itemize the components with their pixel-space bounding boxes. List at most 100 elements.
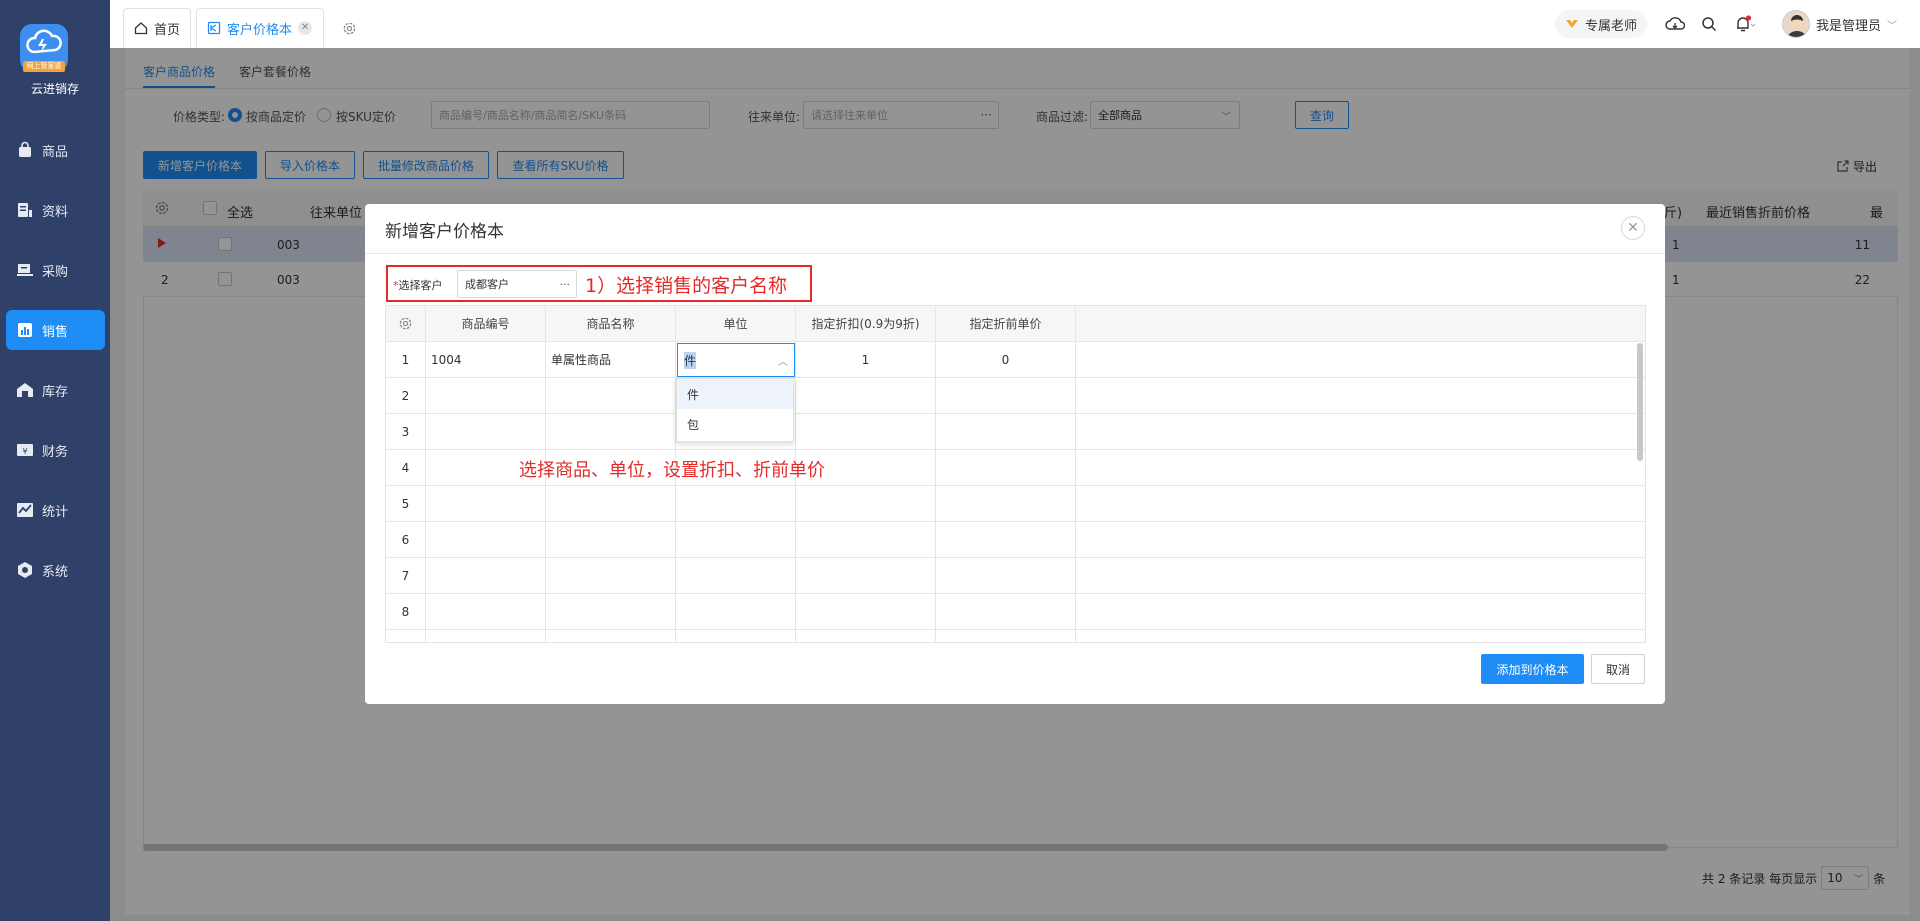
- sidebar: 网上管家婆 云进销存 商品 资料 采购 销售 库存 ¥ 财务 统计 系统: [0, 0, 110, 921]
- cell-discount[interactable]: [796, 486, 936, 522]
- cell-goods-code[interactable]: [426, 378, 546, 414]
- chart-icon: [18, 323, 32, 337]
- tab-home[interactable]: 首页: [123, 8, 191, 47]
- close-icon[interactable]: ✕: [298, 21, 313, 35]
- customer-select[interactable]: 成都客户 ···: [457, 270, 577, 298]
- cell-unit[interactable]: [676, 594, 796, 630]
- cell-discount[interactable]: [796, 630, 936, 642]
- cell-unit[interactable]: 件 ︿: [676, 342, 796, 378]
- user-name: 我是管理员: [1816, 18, 1882, 34]
- cloud-sync-button[interactable]: [1665, 10, 1685, 38]
- sidebar-item-stats[interactable]: 统计: [6, 490, 105, 530]
- customer-label-text: 选择客户: [398, 279, 443, 292]
- sidebar-item-label: 资料: [42, 204, 69, 220]
- bell-icon: [1737, 15, 1756, 32]
- cell-goods-code[interactable]: [426, 594, 546, 630]
- cell-goods-name[interactable]: [546, 378, 676, 414]
- cell-goods-name[interactable]: 单属性商品: [546, 342, 676, 378]
- cell-pre-discount-price[interactable]: [936, 630, 1076, 642]
- logo-caption: 网上管家婆: [23, 61, 65, 72]
- cell-goods-name[interactable]: [546, 594, 676, 630]
- column-discount: 指定折扣(0.9为9折): [796, 306, 936, 342]
- cell-goods-name[interactable]: [546, 486, 676, 522]
- cell-pre-discount-price[interactable]: [936, 558, 1076, 594]
- cell-goods-name[interactable]: [546, 558, 676, 594]
- teacher-button[interactable]: 专属老师: [1555, 10, 1648, 38]
- sidebar-item-label: 销售: [42, 324, 69, 340]
- cell-pre-discount-price[interactable]: [936, 486, 1076, 522]
- cell-discount[interactable]: [796, 414, 936, 450]
- add-to-price-book-button[interactable]: 添加到价格本: [1481, 654, 1584, 684]
- cell-discount[interactable]: [796, 594, 936, 630]
- sidebar-item-goods[interactable]: 商品: [6, 130, 105, 170]
- cell-pre-discount-price[interactable]: [936, 450, 1076, 486]
- cell-unit[interactable]: [676, 558, 796, 594]
- finance-icon: ¥: [17, 444, 33, 456]
- warehouse-icon: [17, 383, 33, 397]
- tab-settings-button[interactable]: [342, 21, 357, 36]
- tab-customer-price[interactable]: 客户价格本 ✕: [196, 8, 324, 47]
- row-number: 6: [386, 522, 426, 558]
- cell-filler: [1076, 630, 1645, 642]
- column-unit: 单位: [676, 306, 796, 342]
- row-number: 8: [386, 594, 426, 630]
- cancel-button[interactable]: 取消: [1591, 654, 1645, 684]
- cell-discount[interactable]: [796, 558, 936, 594]
- cell-goods-code[interactable]: 1004: [426, 342, 546, 378]
- row-number: 4: [386, 450, 426, 486]
- grid-vertical-scrollbar[interactable]: [1637, 343, 1643, 461]
- column-pre-discount-price: 指定折前单价: [936, 306, 1076, 342]
- sidebar-item-system[interactable]: 系统: [6, 550, 105, 590]
- cell-goods-code[interactable]: [426, 630, 546, 642]
- cell-unit[interactable]: [676, 630, 796, 642]
- sidebar-item-label: 财务: [42, 444, 69, 460]
- cell-pre-discount-price[interactable]: [936, 414, 1076, 450]
- cell-pre-discount-price[interactable]: [936, 594, 1076, 630]
- user-menu[interactable]: 我是管理员 ﹀: [1782, 10, 1897, 38]
- stats-icon: [17, 503, 33, 517]
- ellipsis-icon[interactable]: ···: [560, 278, 571, 291]
- cell-pre-discount-price[interactable]: 0: [936, 342, 1076, 378]
- sidebar-item-data[interactable]: 资料: [6, 190, 105, 230]
- tab-label: 客户价格本: [227, 22, 293, 38]
- sidebar-item-label: 系统: [42, 564, 69, 580]
- cell-goods-name[interactable]: [546, 522, 676, 558]
- cell-goods-name[interactable]: [546, 414, 676, 450]
- cell-goods-code[interactable]: [426, 414, 546, 450]
- tab-label: 首页: [154, 22, 181, 38]
- app-name: 云进销存: [30, 82, 79, 96]
- app-logo[interactable]: 网上管家婆: [20, 24, 68, 72]
- cell-discount[interactable]: [796, 522, 936, 558]
- notification-button[interactable]: [1734, 10, 1756, 38]
- cell-goods-code[interactable]: [426, 522, 546, 558]
- unit-select[interactable]: 件 ︿: [677, 343, 795, 377]
- sidebar-item-finance[interactable]: ¥ 财务: [6, 430, 105, 470]
- sidebar-item-purchase[interactable]: 采购: [6, 250, 105, 290]
- cell-goods-name[interactable]: [546, 630, 676, 642]
- sidebar-item-inventory[interactable]: 库存: [6, 370, 105, 410]
- dialog-close-button[interactable]: ✕: [1621, 216, 1645, 240]
- cell-unit[interactable]: [676, 522, 796, 558]
- unit-option[interactable]: 件: [677, 379, 793, 409]
- user-avatar-icon: [1787, 15, 1807, 37]
- cell-filler: [1076, 522, 1645, 558]
- annotation-select-customer: 1）选择销售的客户名称: [585, 275, 788, 297]
- cell-discount[interactable]: 1: [796, 342, 936, 378]
- cell-filler: [1076, 558, 1645, 594]
- cell-pre-discount-price[interactable]: [936, 378, 1076, 414]
- cell-goods-code[interactable]: [426, 486, 546, 522]
- cloud-download-icon: [1665, 17, 1685, 30]
- cell-filler: [1076, 342, 1645, 378]
- cell-discount[interactable]: [796, 378, 936, 414]
- cell-goods-code[interactable]: [426, 558, 546, 594]
- sidebar-item-sales[interactable]: 销售: [6, 310, 105, 350]
- cell-filler: [1076, 378, 1645, 414]
- search-button[interactable]: [1701, 10, 1717, 38]
- cell-filler: [1076, 594, 1645, 630]
- unit-option[interactable]: 包: [677, 409, 793, 439]
- cell-pre-discount-price[interactable]: [936, 522, 1076, 558]
- row-number: 7: [386, 558, 426, 594]
- sidebar-item-label: 商品: [42, 144, 69, 160]
- grid-settings-button[interactable]: [386, 306, 426, 342]
- cell-unit[interactable]: [676, 486, 796, 522]
